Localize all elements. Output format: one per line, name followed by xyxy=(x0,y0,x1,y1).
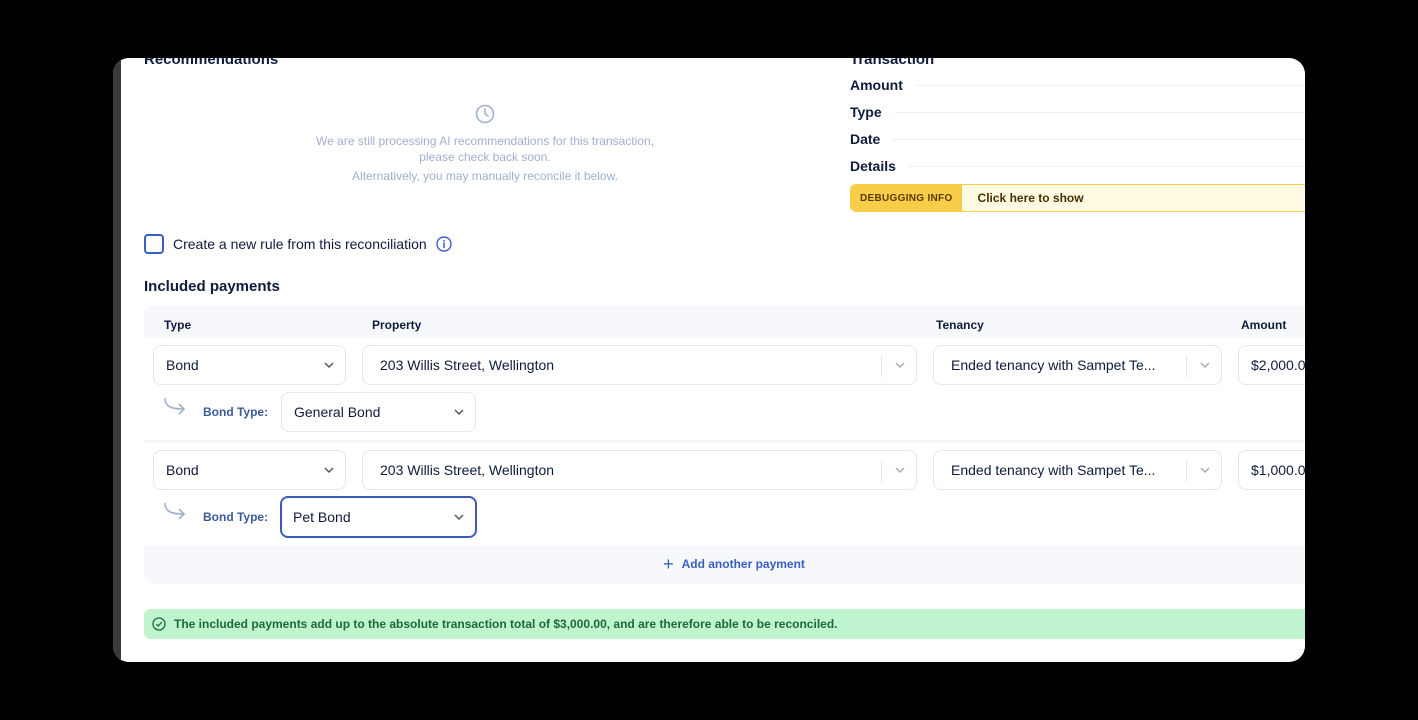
column-header-tenancy: Tenancy xyxy=(936,318,984,332)
payment-type-select[interactable]: Bond xyxy=(153,345,346,385)
property-select[interactable]: 203 Willis Street, Wellington xyxy=(362,345,917,385)
divider xyxy=(892,138,1305,140)
table-row: Bond 203 Willis Street, Wellington Ended… xyxy=(144,338,1305,440)
add-payment-button[interactable]: + Add another payment xyxy=(144,547,1305,581)
curved-arrow-icon xyxy=(164,502,186,520)
recommendations-title: Recommendations xyxy=(144,58,279,68)
column-header-property: Property xyxy=(372,318,422,332)
payments-table: Type Property Tenancy Amount Bond 203 Wi… xyxy=(144,305,1305,584)
tenancy-value: Ended tenancy with Sampet Te... xyxy=(951,462,1156,478)
success-message: The included payments add up to the abso… xyxy=(174,617,838,631)
bond-type-label: Bond Type: xyxy=(203,510,269,524)
add-payment-label: Add another payment xyxy=(681,557,805,571)
amount-input[interactable]: $2,000.00 xyxy=(1238,345,1305,385)
divider xyxy=(893,111,1305,113)
transaction-type-row: Type xyxy=(850,102,1305,122)
property-value: 203 Willis Street, Wellington xyxy=(380,462,555,478)
chevron-down-icon xyxy=(1200,467,1210,474)
debugging-info-bar[interactable]: DEBUGGING INFO Click here to show xyxy=(850,184,1305,212)
transaction-date-row: Date xyxy=(850,129,1305,149)
column-header-type: Type xyxy=(164,318,192,332)
chevron-down-icon xyxy=(895,362,905,369)
property-value: 203 Willis Street, Wellington xyxy=(380,357,555,373)
chevron-down-icon xyxy=(454,514,464,521)
amount-input[interactable]: $1,000.00 xyxy=(1238,450,1305,490)
details-label: Details xyxy=(850,158,896,174)
select-separator xyxy=(1186,460,1187,482)
table-row: Bond 203 Willis Street, Wellington Ended… xyxy=(144,443,1305,545)
select-separator xyxy=(881,460,882,482)
tenancy-select[interactable]: Ended tenancy with Sampet Te... xyxy=(933,345,1222,385)
check-circle-icon xyxy=(152,617,166,631)
chevron-down-icon xyxy=(324,362,334,369)
divider xyxy=(907,165,1305,167)
processing-text-3: Alternatively, you may manually reconcil… xyxy=(352,169,618,183)
transaction-amount-row: Amount xyxy=(850,75,1305,95)
plus-icon: + xyxy=(663,553,674,574)
type-label: Type xyxy=(850,104,882,120)
processing-text-1: We are still processing AI recommendatio… xyxy=(316,134,654,148)
bond-type-select[interactable]: Pet Bond xyxy=(280,496,477,538)
bond-type-value: General Bond xyxy=(294,404,381,420)
create-rule-checkbox[interactable] xyxy=(144,234,164,254)
bond-type-select[interactable]: General Bond xyxy=(281,392,476,432)
payment-type-value: Bond xyxy=(166,462,199,478)
debugging-info-tag: DEBUGGING INFO xyxy=(851,185,962,211)
reconcile-success-banner: The included payments add up to the abso… xyxy=(144,609,1305,639)
bond-type-value: Pet Bond xyxy=(293,509,351,525)
payment-type-value: Bond xyxy=(166,357,199,373)
property-select[interactable]: 203 Willis Street, Wellington xyxy=(362,450,917,490)
select-separator xyxy=(1186,355,1187,377)
payment-type-select[interactable]: Bond xyxy=(153,450,346,490)
amount-label: Amount xyxy=(850,77,903,93)
tenancy-value: Ended tenancy with Sampet Te... xyxy=(951,357,1156,373)
bond-type-label: Bond Type: xyxy=(203,405,269,419)
info-icon[interactable] xyxy=(435,236,452,252)
transaction-title: Transaction xyxy=(850,58,935,68)
column-header-amount: Amount xyxy=(1241,318,1287,332)
select-separator xyxy=(881,355,882,377)
amount-value: $2,000.00 xyxy=(1251,357,1305,373)
date-label: Date xyxy=(850,131,881,147)
reconciliation-card: Recommendations We are still processing … xyxy=(113,58,1305,662)
tenancy-select[interactable]: Ended tenancy with Sampet Te... xyxy=(933,450,1222,490)
chevron-down-icon xyxy=(895,467,905,474)
clock-icon xyxy=(475,104,495,124)
transaction-details-row: Details xyxy=(850,156,1305,176)
chevron-down-icon xyxy=(1200,362,1210,369)
curved-arrow-icon xyxy=(164,397,186,415)
create-rule-label[interactable]: Create a new rule from this reconciliati… xyxy=(173,236,427,252)
chevron-down-icon xyxy=(324,467,334,474)
chevron-down-icon xyxy=(454,409,464,416)
create-rule-row: Create a new rule from this reconciliati… xyxy=(144,234,452,254)
amount-value: $1,000.00 xyxy=(1251,462,1305,478)
show-debug-link[interactable]: Click here to show xyxy=(962,191,1084,205)
processing-text-2: please check back soon. xyxy=(419,150,551,164)
divider xyxy=(914,84,1305,86)
included-payments-title: Included payments xyxy=(144,278,280,295)
